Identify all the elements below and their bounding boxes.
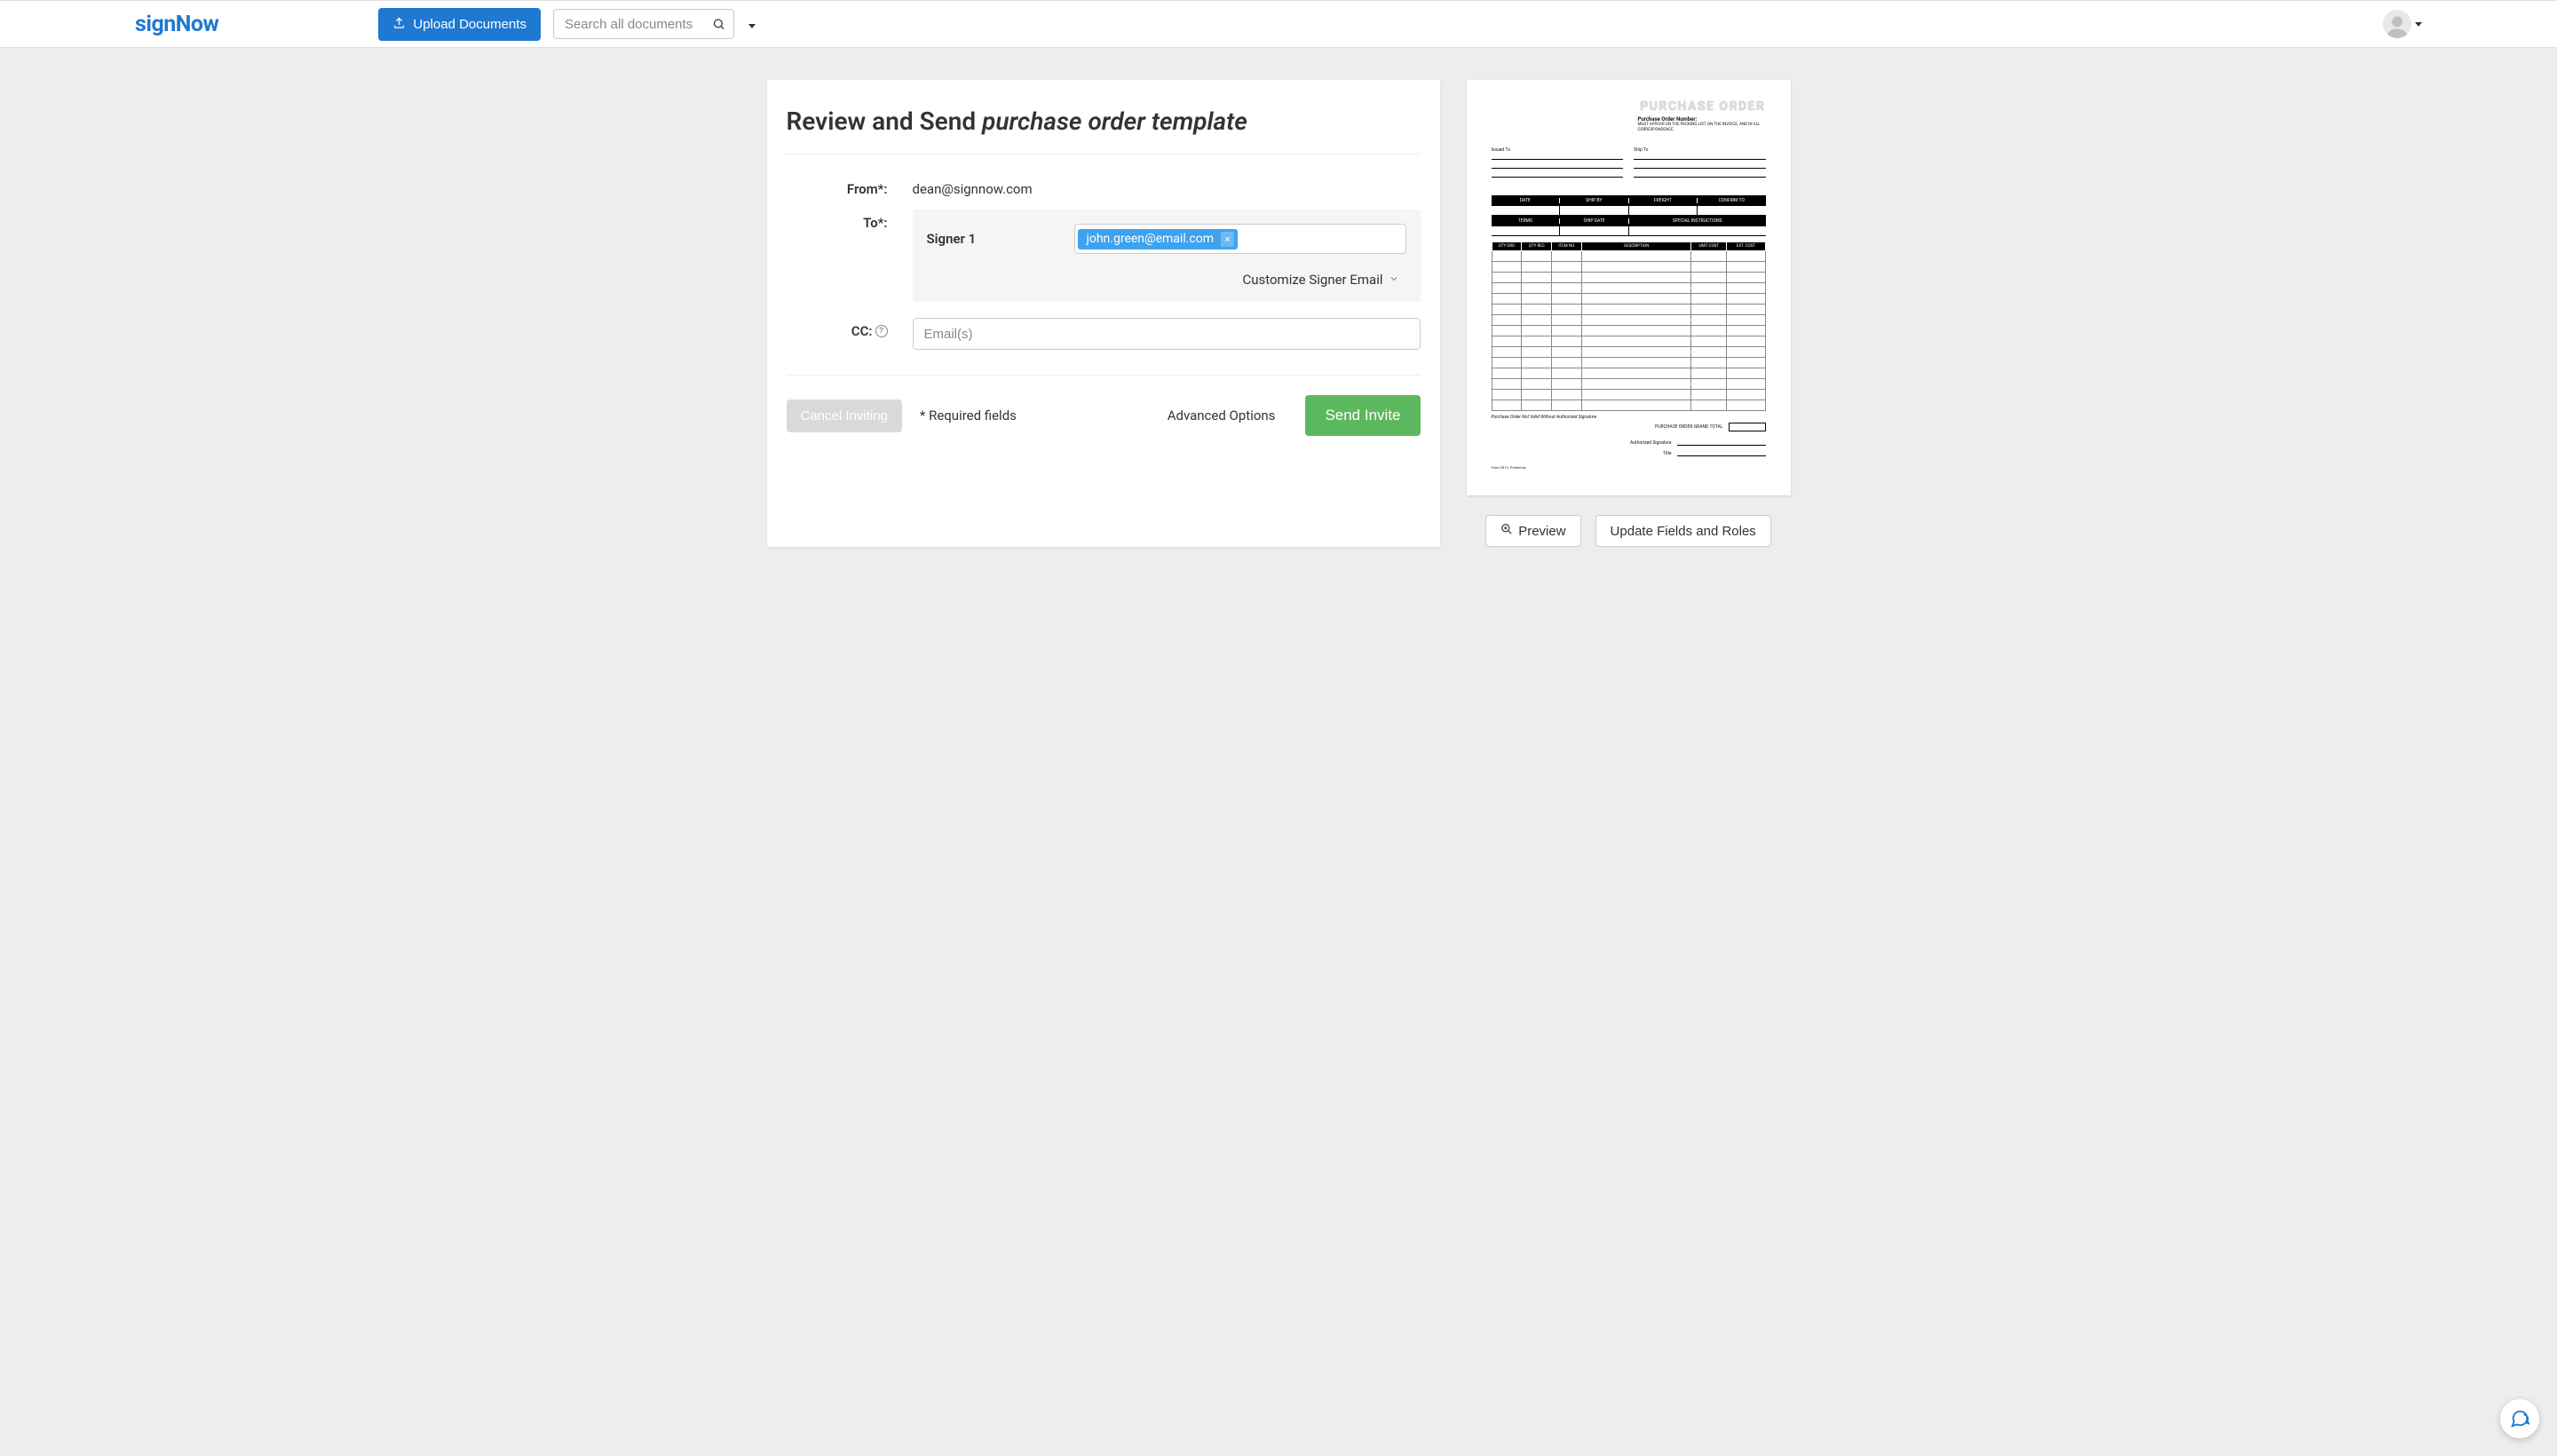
cancel-inviting-button[interactable]: Cancel Inviting — [787, 400, 902, 432]
cc-input[interactable] — [913, 318, 1421, 350]
chat-support-button[interactable] — [2500, 1399, 2539, 1438]
po-form-id: Form 2013. Printed by — [1492, 465, 1766, 470]
po-subtitle: Purchase Order Number: — [1638, 116, 1766, 123]
chevron-down-icon — [1389, 272, 1399, 288]
title-prefix: Review and Send — [787, 107, 983, 136]
cc-label: CC: — [851, 323, 873, 339]
send-invite-button[interactable]: Send Invite — [1305, 395, 1420, 436]
signer-label: Signer 1 — [927, 231, 1062, 247]
user-menu[interactable] — [2383, 10, 2422, 38]
email-chip-text: john.green@email.com — [1087, 232, 1215, 246]
po-table: QTY ORD QTY REC ITEM NO. DESCRIPTION UNI… — [1492, 241, 1766, 411]
top-bar: signNow Upload Documents — [0, 0, 2557, 48]
search-dropdown-toggle[interactable] — [743, 11, 761, 37]
from-row: From*: dean@signnow.com — [787, 176, 1421, 197]
from-label: From*: — [787, 176, 913, 197]
cc-label-wrap: CC: ? — [787, 318, 913, 350]
content: Review and Send purchase order template … — [0, 48, 2557, 579]
po-title-label: Title — [1663, 451, 1672, 456]
search-wrap — [553, 9, 734, 39]
logo: signNow — [135, 12, 218, 37]
to-label: To*: — [787, 210, 913, 302]
po-note: MUST APPEAR ON THE PACKING LIST, ON THE … — [1638, 123, 1766, 133]
from-value: dean@signnow.com — [913, 176, 1421, 197]
side-panel: PURCHASE ORDER Purchase Order Number: MU… — [1467, 80, 1791, 547]
upload-documents-button[interactable]: Upload Documents — [378, 8, 541, 41]
preview-button[interactable]: Preview — [1485, 515, 1580, 547]
advanced-options-link[interactable]: Advanced Options — [1168, 408, 1276, 423]
footer-row: Cancel Inviting * Required fields Advanc… — [787, 375, 1421, 436]
po-bar-2: TERMS SHIP DATE SPECIAL INSTRUCTIONS — [1492, 216, 1766, 226]
side-buttons: Preview Update Fields and Roles — [1467, 515, 1791, 547]
chat-icon — [2510, 1409, 2529, 1428]
upload-label: Upload Documents — [413, 17, 526, 32]
search-input[interactable] — [553, 9, 734, 39]
search-icon[interactable] — [712, 18, 725, 31]
customize-label: Customize Signer Email — [1242, 272, 1382, 288]
cc-row: CC: ? — [787, 318, 1421, 350]
document-thumbnail: PURCHASE ORDER Purchase Order Number: MU… — [1467, 80, 1791, 495]
cc-input-wrap — [913, 318, 1421, 350]
po-title: PURCHASE ORDER — [1492, 99, 1766, 114]
to-row: To*: Signer 1 john.green@email.com × Cus… — [787, 210, 1421, 302]
avatar — [2383, 10, 2411, 38]
po-invalid-note: Purchase Order Not Valid Without Authori… — [1492, 415, 1766, 420]
preview-label: Preview — [1518, 524, 1565, 539]
po-auth-sig-label: Authorized Signature — [1630, 440, 1671, 446]
required-note: * Required fields — [920, 408, 1017, 423]
update-fields-button[interactable]: Update Fields and Roles — [1595, 515, 1771, 547]
issued-to-label: Issued To — [1492, 147, 1510, 153]
customize-signer-email-toggle[interactable]: Customize Signer Email — [1242, 272, 1398, 288]
signer-row: Signer 1 john.green@email.com × — [927, 224, 1406, 254]
caret-down-icon — [2415, 22, 2422, 27]
page-title: Review and Send purchase order template — [787, 107, 1421, 154]
ship-to-label: Ship To — [1634, 147, 1648, 153]
document-name: purchase order template — [982, 107, 1247, 136]
caret-down-icon — [748, 24, 756, 28]
signer-email-input[interactable]: john.green@email.com × — [1074, 224, 1406, 254]
upload-icon — [392, 16, 406, 33]
to-block: Signer 1 john.green@email.com × Customiz… — [913, 210, 1421, 302]
remove-chip-button[interactable]: × — [1221, 232, 1234, 247]
po-bar-1: DATE SHIP BY FREIGHT CONFIRM TO — [1492, 195, 1766, 206]
zoom-in-icon — [1500, 523, 1513, 539]
po-grand-total-label: PURCHASE ORDER GRAND TOTAL — [1655, 424, 1722, 430]
email-chip: john.green@email.com × — [1078, 229, 1239, 249]
customize-row: Customize Signer Email — [927, 272, 1406, 288]
help-icon[interactable]: ? — [875, 325, 888, 337]
main-panel: Review and Send purchase order template … — [767, 80, 1440, 547]
